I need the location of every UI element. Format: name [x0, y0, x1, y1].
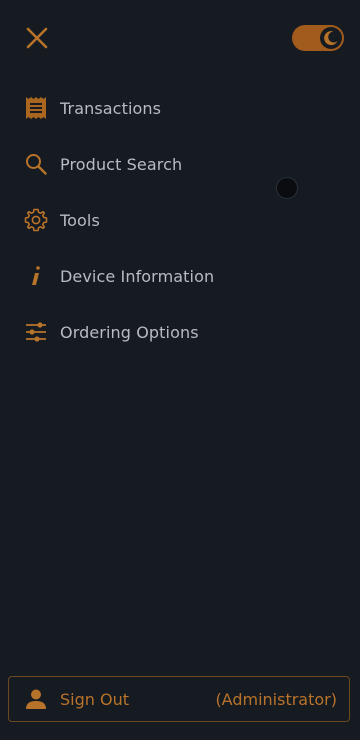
menu-item-product-search[interactable]: Product Search	[0, 136, 360, 192]
close-icon	[26, 27, 48, 49]
sign-out-button[interactable]: Sign Out (Administrator)	[8, 676, 350, 722]
moon-icon	[320, 27, 342, 49]
menu-item-tools[interactable]: Tools	[0, 192, 360, 248]
menu-item-label: Device Information	[60, 266, 215, 286]
user-role: (Administrator)	[215, 690, 337, 709]
menu-item-ordering-options[interactable]: Ordering Options	[0, 304, 360, 360]
close-button[interactable]	[24, 25, 52, 53]
menu-item-device-information[interactable]: Device Information	[0, 248, 360, 304]
sliders-icon	[24, 320, 48, 344]
search-icon	[24, 152, 48, 176]
receipt-icon	[24, 96, 48, 120]
menu-item-label: Transactions	[60, 98, 162, 118]
menu-list: Transactions Product Search Tools Device…	[0, 80, 360, 360]
sign-out-label: Sign Out	[60, 690, 129, 709]
menu-item-transactions[interactable]: Transactions	[0, 80, 360, 136]
navigation-drawer: Transactions Product Search Tools Device…	[0, 0, 360, 740]
info-icon	[24, 264, 48, 288]
gear-icon	[24, 208, 48, 232]
menu-item-label: Product Search	[60, 154, 183, 174]
touch-indicator	[277, 178, 297, 198]
menu-item-label: Tools	[60, 210, 100, 230]
menu-item-label: Ordering Options	[60, 322, 199, 342]
user-icon	[25, 688, 47, 710]
theme-toggle[interactable]	[292, 25, 344, 51]
